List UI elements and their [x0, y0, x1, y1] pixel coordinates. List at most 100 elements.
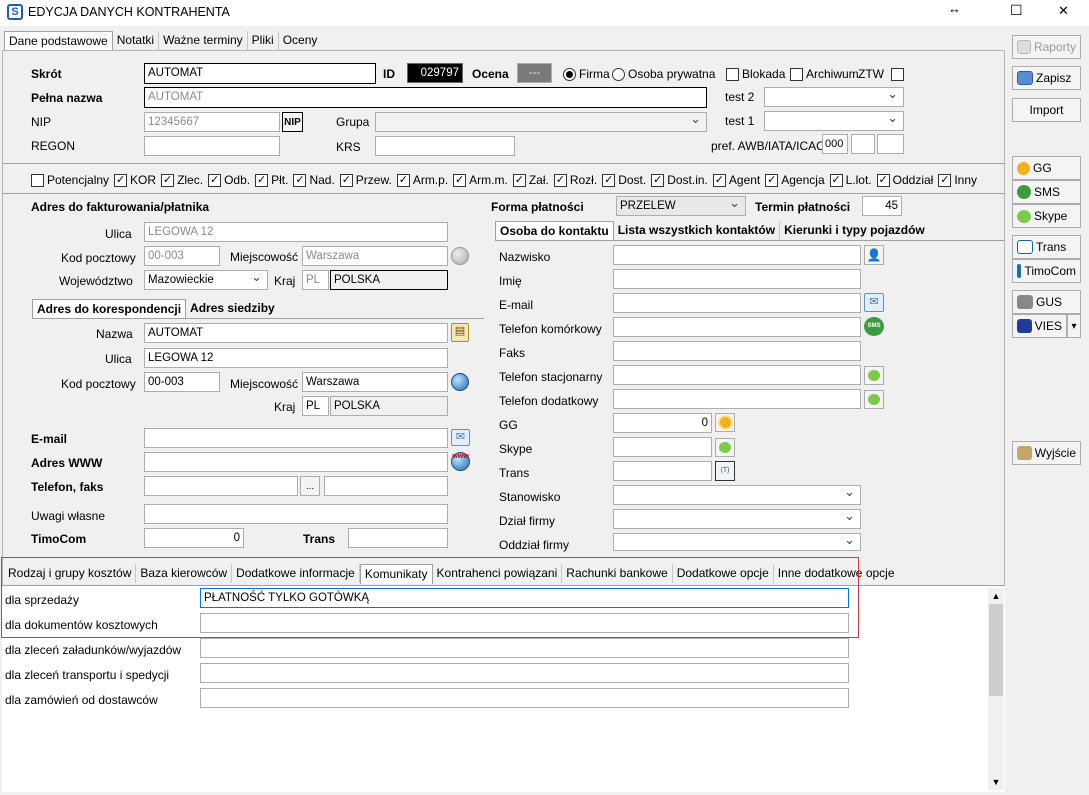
maximize-icon[interactable]: ☐	[1010, 3, 1023, 17]
role-checkbox[interactable]: ✓ Dost.in.	[651, 172, 708, 188]
message-input[interactable]: PŁATNOŚĆ TYLKO GOTÓWKĄ	[200, 588, 849, 608]
gus-button[interactable]: GUS	[1012, 290, 1081, 314]
test2-select[interactable]	[764, 87, 904, 107]
tab-dodatkowe-opcje[interactable]: Dodatkowe opcje	[673, 564, 774, 583]
grupa-select[interactable]	[375, 112, 707, 132]
corr-ulica-input[interactable]: LEGOWA 12	[144, 348, 448, 368]
tab-komunikaty[interactable]: Komunikaty	[359, 564, 433, 584]
trans-button[interactable]: Trans	[1012, 235, 1081, 259]
scroll-down-icon[interactable]: ▼	[988, 774, 1004, 790]
skype-input[interactable]	[613, 437, 712, 457]
role-checkbox[interactable]: ✓ Dost.	[602, 172, 646, 188]
billing-kraj-input[interactable]: POLSKA	[330, 270, 448, 290]
www-input[interactable]	[144, 452, 448, 472]
messages-scrollbar[interactable]: ▲ ▼	[988, 588, 1004, 790]
www-globe-icon[interactable]: www	[451, 452, 470, 471]
archiwum-checkbox[interactable]: Archiwum	[790, 66, 859, 82]
role-checkbox[interactable]: ✓ Płt.	[255, 172, 288, 188]
nazwisko-input[interactable]	[613, 245, 861, 265]
billing-kraj-code[interactable]: PL	[302, 270, 329, 290]
role-checkbox[interactable]: ✓ Odb.	[208, 172, 250, 188]
message-input[interactable]	[200, 638, 849, 658]
pelna-nazwa-input[interactable]: AUTOMAT	[144, 87, 707, 108]
person-email-icon[interactable]: ✉	[864, 293, 884, 312]
pref-input-1[interactable]: 000	[822, 134, 848, 154]
vies-button[interactable]: VIES	[1012, 314, 1067, 338]
nip-button[interactable]: NIP	[282, 112, 303, 132]
tab-osoba-do-kontaktu[interactable]: Osoba do kontaktu	[495, 221, 614, 241]
skype-button[interactable]: Skype	[1012, 204, 1081, 228]
tab-dodatkowe-informacje[interactable]: Dodatkowe informacje	[232, 564, 360, 583]
role-checkbox[interactable]: ✓ Zał.	[512, 172, 549, 188]
trans-icon[interactable]: (T)	[715, 461, 735, 481]
tab-dane-podstawowe[interactable]: Dane podstawowe	[4, 31, 113, 51]
tab-notatki[interactable]: Notatki	[113, 31, 160, 50]
krs-input[interactable]	[375, 136, 515, 156]
corr-kod-input[interactable]: 00-003	[144, 372, 220, 392]
faks-input[interactable]	[324, 476, 448, 496]
close-icon[interactable]: ✕	[1058, 4, 1069, 18]
role-checkbox[interactable]: ✓ Zlec.	[161, 172, 203, 188]
pref-input-3[interactable]	[877, 134, 904, 154]
role-checkbox[interactable]: Potencjalny	[31, 172, 109, 188]
gg-sun-icon[interactable]	[715, 413, 735, 432]
tab-kierunki[interactable]: Kierunki i typy pojazdów	[780, 221, 929, 240]
forma-platnosci-select[interactable]: PRZELEW	[616, 196, 746, 216]
tel-kom-input[interactable]	[613, 317, 861, 337]
nip-input[interactable]: 12345667	[144, 112, 280, 132]
resize-icon[interactable]: ↔	[948, 2, 961, 16]
message-input[interactable]	[200, 663, 849, 683]
zapisz-button[interactable]: Zapisz	[1012, 66, 1081, 90]
corr-kraj-input[interactable]: POLSKA	[330, 396, 448, 416]
role-checkbox[interactable]: ✓ Agent	[712, 172, 760, 188]
import-button[interactable]: Import	[1012, 98, 1081, 122]
firma-radio[interactable]: Firma	[563, 66, 610, 82]
person-icon[interactable]: 👤	[864, 245, 884, 265]
role-checkbox[interactable]: ✓ Oddział	[876, 172, 933, 188]
role-checkbox[interactable]: ✓ Arm.p.	[396, 172, 448, 188]
osoba-radio[interactable]: Osoba prywatna	[612, 66, 715, 82]
person-trans-input[interactable]	[613, 461, 712, 481]
tab-rachunki-bankowe[interactable]: Rachunki bankowe	[562, 564, 673, 583]
corr-nazwa-input[interactable]: AUTOMAT	[144, 323, 448, 343]
role-checkbox[interactable]: ✓ Przew.	[339, 172, 392, 188]
role-checkbox[interactable]: ✓ Nad.	[293, 172, 335, 188]
billing-miejsc-input[interactable]: Warszawa	[302, 246, 448, 266]
skrot-input[interactable]: AUTOMAT	[144, 63, 376, 84]
billing-ulica-input[interactable]: LEGOWA 12	[144, 222, 448, 242]
tab-lista-kontaktow[interactable]: Lista wszystkich kontaktów	[614, 221, 781, 240]
person-email-input[interactable]	[613, 293, 861, 313]
raporty-button[interactable]: Raporty	[1012, 35, 1081, 59]
telefon-input[interactable]	[144, 476, 298, 496]
sms-icon[interactable]: SMS	[864, 317, 884, 336]
test1-select[interactable]	[764, 111, 904, 131]
role-checkbox[interactable]: ✓ Arm.m.	[453, 172, 508, 188]
skype-icon-3[interactable]	[715, 438, 735, 457]
tab-baza-kierowcow[interactable]: Baza kierowców	[136, 564, 233, 583]
gg-input[interactable]: 0	[613, 413, 712, 433]
sms-button[interactable]: SMS	[1012, 180, 1081, 204]
role-checkbox[interactable]: ✓ Agencja	[765, 172, 825, 188]
corr-copy-icon[interactable]: ▤	[451, 323, 469, 342]
ztw-checkbox[interactable]	[891, 66, 907, 82]
message-input[interactable]	[200, 613, 849, 633]
timocom-input[interactable]: 0	[144, 528, 244, 548]
scroll-up-icon[interactable]: ▲	[988, 588, 1004, 604]
timocom-button[interactable]: TimoCom	[1012, 259, 1081, 283]
role-checkbox[interactable]: ✓ Inny	[938, 172, 977, 188]
tab-inne-opcje[interactable]: Inne dodatkowe opcje	[774, 564, 899, 583]
role-checkbox[interactable]: ✓ Rozł.	[553, 172, 597, 188]
oddzial-select[interactable]	[613, 533, 861, 551]
dzial-select[interactable]	[613, 509, 861, 529]
gg-button[interactable]: GG	[1012, 156, 1081, 180]
corr-kraj-code[interactable]: PL	[302, 396, 329, 416]
tab-wazne-terminy[interactable]: Ważne terminy	[159, 31, 248, 50]
tel-stac-input[interactable]	[613, 365, 861, 385]
imie-input[interactable]	[613, 269, 861, 289]
regon-input[interactable]	[144, 136, 280, 156]
billing-woj-select[interactable]: Mazowieckie	[144, 270, 268, 290]
tab-adres-korespondencji[interactable]: Adres do korespondencji	[32, 299, 187, 319]
skype-icon[interactable]	[864, 366, 884, 385]
role-checkbox[interactable]: ✓ KOR	[114, 172, 156, 188]
trans-input[interactable]	[348, 528, 448, 548]
